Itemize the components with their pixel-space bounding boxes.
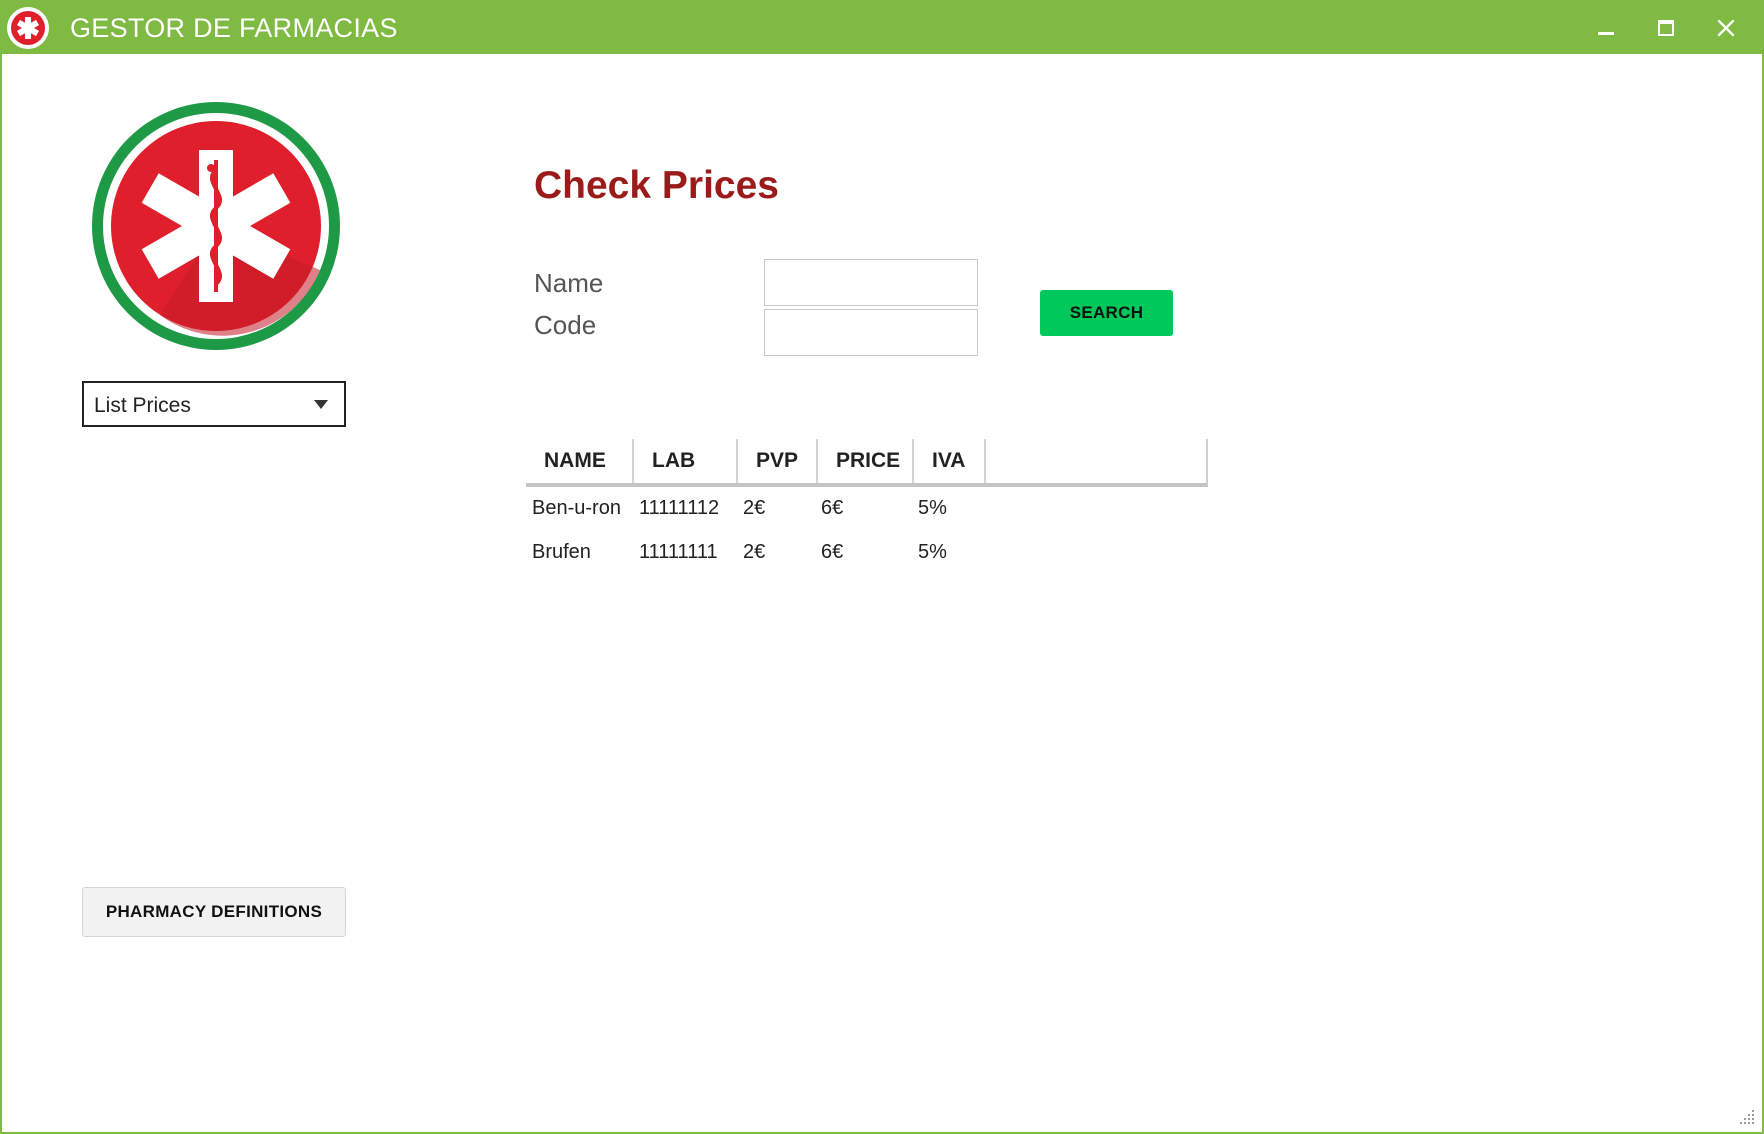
cell-iva: 5% — [918, 497, 947, 519]
resize-grip-icon[interactable] — [1738, 1108, 1756, 1126]
minimize-icon — [1598, 32, 1614, 35]
close-icon — [1717, 19, 1735, 37]
column-header-lab[interactable]: LAB — [634, 439, 738, 483]
window-title: GESTOR DE FARMACIAS — [70, 13, 398, 43]
column-header-label: PRICE — [836, 449, 901, 472]
cell-lab: 11111111 — [639, 541, 718, 563]
name-input[interactable] — [764, 259, 978, 306]
prices-table: NAME LAB PVP PRICE IVA Ben-u-ron 1111111… — [526, 439, 1208, 575]
cell-pvp: 2€ — [743, 541, 766, 563]
minimize-button[interactable] — [1578, 2, 1634, 54]
column-header-label: PVP — [756, 449, 799, 472]
code-input[interactable] — [764, 309, 978, 356]
cell-price: 6€ — [821, 541, 844, 563]
close-button[interactable] — [1698, 2, 1754, 54]
pharmacy-definitions-button[interactable]: PHARMACY DEFINITIONS — [82, 887, 346, 937]
column-header-iva[interactable]: IVA — [914, 439, 986, 483]
table-row[interactable]: Ben-u-ron 11111112 2€ 6€ 5% — [526, 487, 1208, 531]
page-title: Check Prices — [534, 164, 779, 207]
cell-lab: 11111112 — [639, 497, 720, 519]
maximize-button[interactable] — [1638, 2, 1694, 54]
search-button[interactable]: SEARCH — [1040, 290, 1173, 336]
app-icon — [7, 7, 49, 49]
column-header-pvp[interactable]: PVP — [738, 439, 818, 483]
cell-iva: 5% — [918, 541, 947, 563]
column-header-label: NAME — [544, 449, 606, 472]
cell-name: Ben-u-ron — [532, 497, 621, 519]
column-header-label: IVA — [932, 449, 966, 472]
title-bar[interactable]: GESTOR DE FARMACIAS — [2, 2, 1762, 54]
view-select-value: List Prices — [94, 394, 191, 417]
app-window: GESTOR DE FARMACIAS List Prices PHARMACY… — [0, 0, 1764, 1134]
cell-pvp: 2€ — [743, 497, 766, 519]
name-label: Name — [534, 268, 604, 298]
cell-price: 6€ — [821, 497, 844, 519]
column-header-name[interactable]: NAME — [526, 439, 634, 483]
code-label: Code — [534, 310, 597, 340]
view-select[interactable]: List Prices — [82, 381, 346, 427]
cell-name: Brufen — [532, 541, 591, 563]
table-header: NAME LAB PVP PRICE IVA — [526, 439, 1208, 487]
column-header-label: LAB — [652, 449, 696, 472]
star-of-life-icon — [92, 102, 340, 350]
table-row[interactable]: Brufen 11111111 2€ 6€ 5% — [526, 531, 1208, 575]
maximize-icon — [1658, 20, 1674, 36]
chevron-down-icon — [314, 400, 328, 409]
column-header-price[interactable]: PRICE — [818, 439, 914, 483]
